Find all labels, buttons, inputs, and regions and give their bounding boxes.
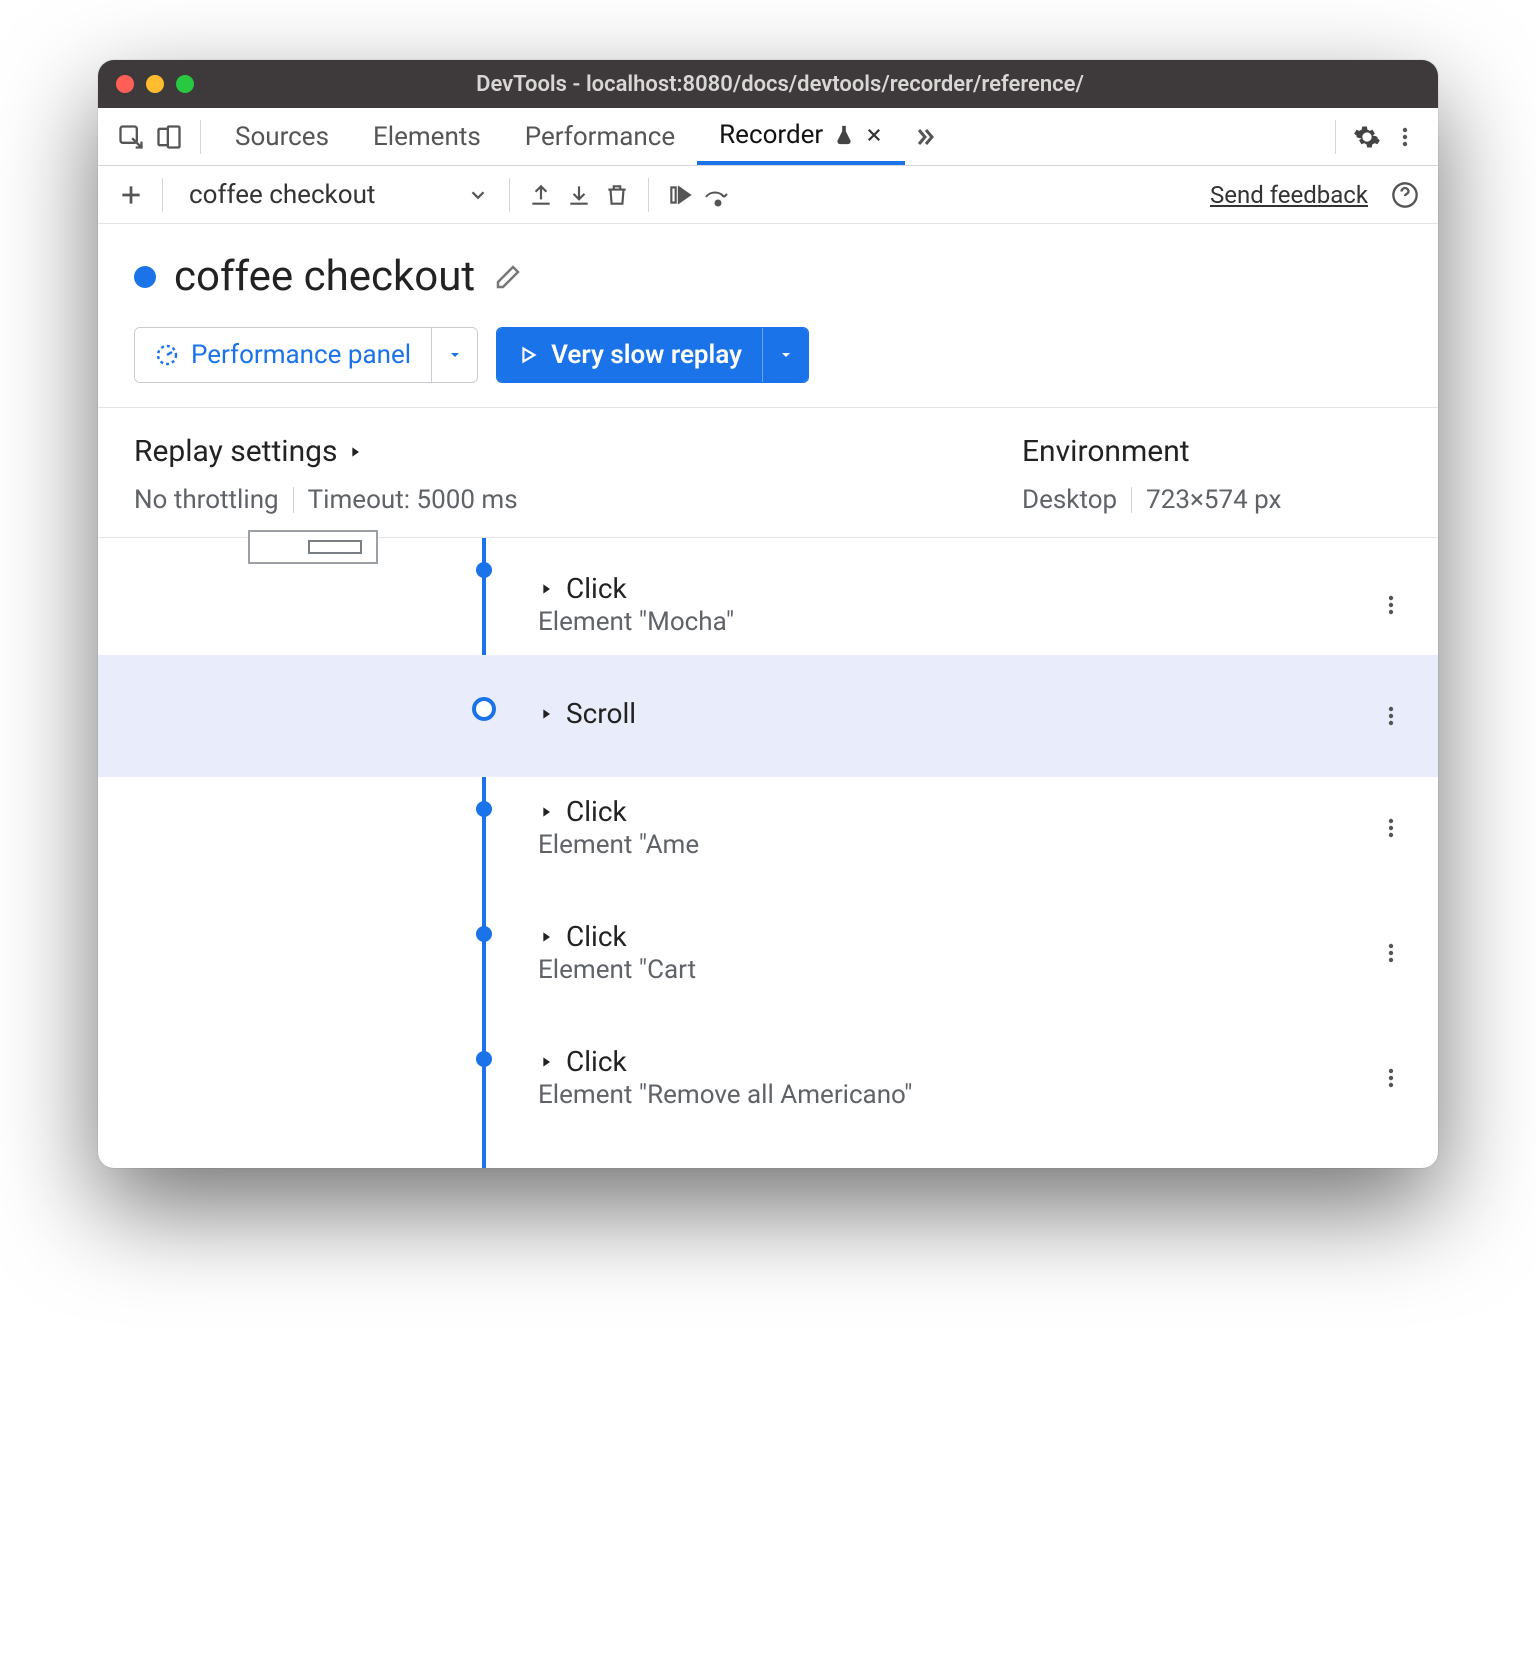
step-title: Click — [566, 1045, 627, 1078]
replay-settings-toggle[interactable]: Replay settings — [134, 434, 1022, 469]
window-title: DevTools - localhost:8080/docs/devtools/… — [220, 72, 1420, 97]
step-row[interactable]: Click Element "Cart — [98, 878, 1438, 1003]
gauge-icon — [155, 343, 179, 367]
continue-icon[interactable] — [661, 176, 699, 214]
performance-panel-button[interactable]: Performance panel — [134, 327, 478, 383]
import-icon[interactable] — [560, 176, 598, 214]
timeline-marker-icon — [476, 926, 492, 942]
replay-button[interactable]: Very slow replay — [496, 327, 809, 383]
tab-performance[interactable]: Performance — [503, 108, 697, 165]
recording-header: coffee checkout Performance panel Very s… — [98, 224, 1438, 408]
edit-title-icon[interactable] — [493, 262, 523, 292]
flask-icon — [833, 124, 855, 146]
new-recording-icon[interactable] — [112, 176, 150, 214]
performance-panel-dropdown[interactable] — [431, 328, 477, 382]
tab-elements[interactable]: Elements — [351, 108, 503, 165]
step-menu-icon[interactable] — [1372, 586, 1410, 624]
recording-selector-label[interactable]: coffee checkout — [175, 180, 389, 210]
expand-icon[interactable] — [538, 929, 554, 945]
replay-speed-dropdown[interactable] — [762, 328, 808, 382]
step-menu-icon[interactable] — [1372, 697, 1410, 735]
step-menu-icon[interactable] — [1372, 1059, 1410, 1097]
step-subtitle: Element "Remove all Americano" — [538, 1080, 913, 1110]
step-title: Click — [566, 920, 627, 953]
close-tab-icon[interactable] — [865, 126, 883, 144]
steps-list: Click Element "Mocha" Scroll — [98, 538, 1438, 1168]
divider — [1335, 120, 1336, 154]
divider — [200, 120, 201, 154]
divider — [293, 487, 294, 513]
close-window-icon[interactable] — [116, 75, 134, 93]
replay-button-label: Very slow replay — [551, 340, 742, 370]
tab-sources[interactable]: Sources — [213, 108, 351, 165]
divider — [1131, 487, 1132, 513]
environment-device: Desktop — [1022, 485, 1117, 515]
tab-recorder[interactable]: Recorder — [697, 108, 905, 165]
divider — [648, 178, 649, 212]
expand-icon[interactable] — [538, 706, 554, 722]
divider — [509, 178, 510, 212]
kebab-menu-icon[interactable] — [1386, 118, 1424, 156]
performance-panel-label: Performance panel — [191, 340, 411, 370]
step-subtitle: Element "Cart — [538, 955, 696, 985]
replay-settings-row: Replay settings No throttling Timeout: 5… — [98, 408, 1438, 538]
step-title: Click — [566, 795, 627, 828]
step-subtitle: Element "Ame — [538, 830, 699, 860]
divider — [162, 178, 163, 212]
recording-title: coffee checkout — [174, 252, 475, 301]
expand-icon[interactable] — [538, 804, 554, 820]
step-subtitle: Element "Mocha" — [538, 607, 734, 637]
timeout-value: Timeout: 5000 ms — [308, 485, 518, 515]
send-feedback-link[interactable]: Send feedback — [1210, 181, 1368, 209]
step-row[interactable]: Click Element "Ame — [98, 777, 1438, 878]
recorder-toolbar: coffee checkout Send feedback — [98, 166, 1438, 224]
step-over-icon[interactable] — [699, 176, 737, 214]
chevron-right-icon — [347, 444, 363, 460]
expand-icon[interactable] — [538, 581, 554, 597]
help-icon[interactable] — [1386, 176, 1424, 214]
recording-status-dot-icon — [134, 266, 156, 288]
expand-icon[interactable] — [538, 1054, 554, 1070]
throttling-value: No throttling — [134, 485, 279, 515]
step-title: Scroll — [566, 697, 636, 730]
delete-icon[interactable] — [598, 176, 636, 214]
step-title: Click — [566, 572, 627, 605]
inspect-element-icon[interactable] — [112, 118, 150, 156]
device-toolbar-icon[interactable] — [150, 118, 188, 156]
settings-gear-icon[interactable] — [1348, 118, 1386, 156]
tab-recorder-label: Recorder — [719, 120, 823, 150]
play-icon — [517, 344, 539, 366]
step-row[interactable]: Scroll — [98, 655, 1438, 777]
timeline-marker-icon — [476, 1051, 492, 1067]
panel-tabs: Sources Elements Performance Recorder — [98, 108, 1438, 166]
maximize-window-icon[interactable] — [176, 75, 194, 93]
step-thumbnail — [248, 530, 378, 564]
timeline-marker-icon — [476, 801, 492, 817]
minimize-window-icon[interactable] — [146, 75, 164, 93]
export-icon[interactable] — [522, 176, 560, 214]
devtools-window: DevTools - localhost:8080/docs/devtools/… — [98, 60, 1438, 1168]
titlebar: DevTools - localhost:8080/docs/devtools/… — [98, 60, 1438, 108]
step-menu-icon[interactable] — [1372, 809, 1410, 847]
step-row[interactable]: Click Element "Remove all Americano" — [98, 1003, 1438, 1128]
traffic-lights — [116, 75, 194, 93]
chevron-down-icon[interactable] — [459, 176, 497, 214]
step-menu-icon[interactable] — [1372, 934, 1410, 972]
environment-label: Environment — [1022, 434, 1402, 469]
timeline-marker-icon — [472, 697, 496, 721]
timeline-marker-icon — [476, 562, 492, 578]
step-row[interactable]: Click Element "Mocha" — [98, 538, 1438, 655]
more-tabs-icon[interactable] — [905, 118, 943, 156]
environment-dimensions: 723×574 px — [1146, 485, 1281, 515]
